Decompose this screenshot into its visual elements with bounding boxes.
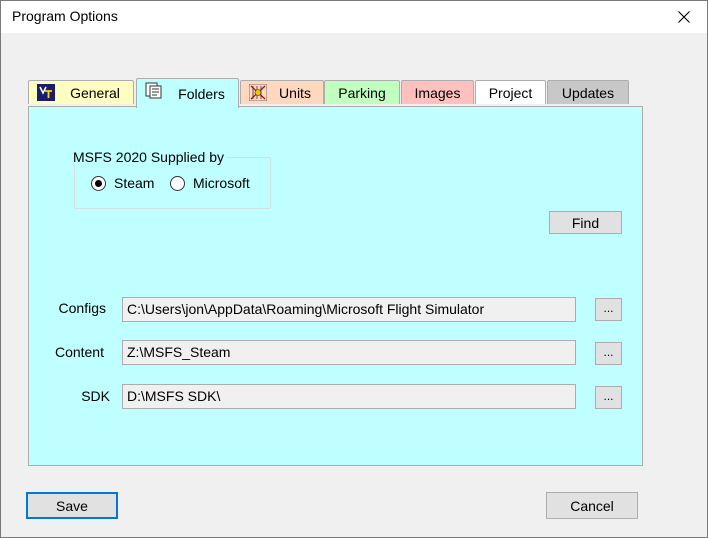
tab-label: Images: [414, 84, 461, 101]
folders-icon: [145, 82, 162, 99]
close-icon: [678, 11, 690, 23]
tab-folders[interactable]: Folders: [136, 78, 239, 108]
tab-units[interactable]: Units: [240, 80, 324, 104]
cancel-button-label: Cancel: [570, 497, 614, 514]
title-bar: Program Options: [1, 1, 707, 33]
content-label: Content: [54, 344, 104, 360]
tab-label: Folders: [178, 85, 225, 102]
save-button-label: Save: [56, 497, 88, 514]
supplier-group-title: MSFS 2020 Supplied by: [71, 149, 226, 165]
tab-label: Project: [488, 84, 533, 101]
content-path-field[interactable]: Z:\MSFS_Steam: [122, 340, 576, 365]
radio-circle: [170, 175, 185, 191]
program-options-window: Program Options General Folders Units Pa…: [0, 0, 708, 538]
general-icon: [37, 84, 55, 101]
tab-updates[interactable]: Updates: [547, 80, 629, 104]
find-button[interactable]: Find: [549, 211, 622, 234]
sdk-path-field[interactable]: D:\MSFS SDK\: [122, 384, 576, 409]
tab-label: Units: [279, 84, 311, 101]
tab-parking[interactable]: Parking: [324, 80, 400, 104]
microsoft-radio[interactable]: Microsoft: [170, 175, 250, 191]
tab-project[interactable]: Project: [475, 80, 546, 104]
find-button-label: Find: [571, 214, 600, 231]
folders-panel: MSFS 2020 Supplied by Steam Microsoft Fi…: [28, 106, 643, 466]
tab-label: Updates: [561, 84, 615, 101]
tab-label: Parking: [338, 84, 386, 101]
window-title: Program Options: [12, 8, 118, 24]
steam-radio[interactable]: Steam: [91, 175, 154, 191]
units-icon: [248, 83, 268, 102]
steam-radio-label: Steam: [114, 175, 155, 191]
microsoft-radio-label: Microsoft: [193, 175, 250, 191]
tab-label: General: [70, 84, 120, 101]
sdk-browse-button[interactable]: ...: [595, 386, 622, 409]
radio-selected-dot: [95, 179, 102, 187]
close-button[interactable]: [661, 1, 707, 33]
content-browse-button[interactable]: ...: [595, 342, 622, 365]
radio-circle: [91, 175, 106, 191]
dialog-client: General Folders Units Parking Images Pro…: [1, 33, 707, 537]
configs-path-field[interactable]: C:\Users\jon\AppData\Roaming\Microsoft F…: [122, 297, 576, 322]
save-button[interactable]: Save: [26, 492, 118, 519]
tab-images[interactable]: Images: [401, 80, 474, 104]
tab-general[interactable]: General: [28, 80, 134, 104]
configs-browse-button[interactable]: ...: [595, 298, 622, 321]
cancel-button[interactable]: Cancel: [546, 492, 638, 519]
sdk-label: SDK: [81, 388, 110, 404]
configs-label: Configs: [58, 300, 106, 316]
